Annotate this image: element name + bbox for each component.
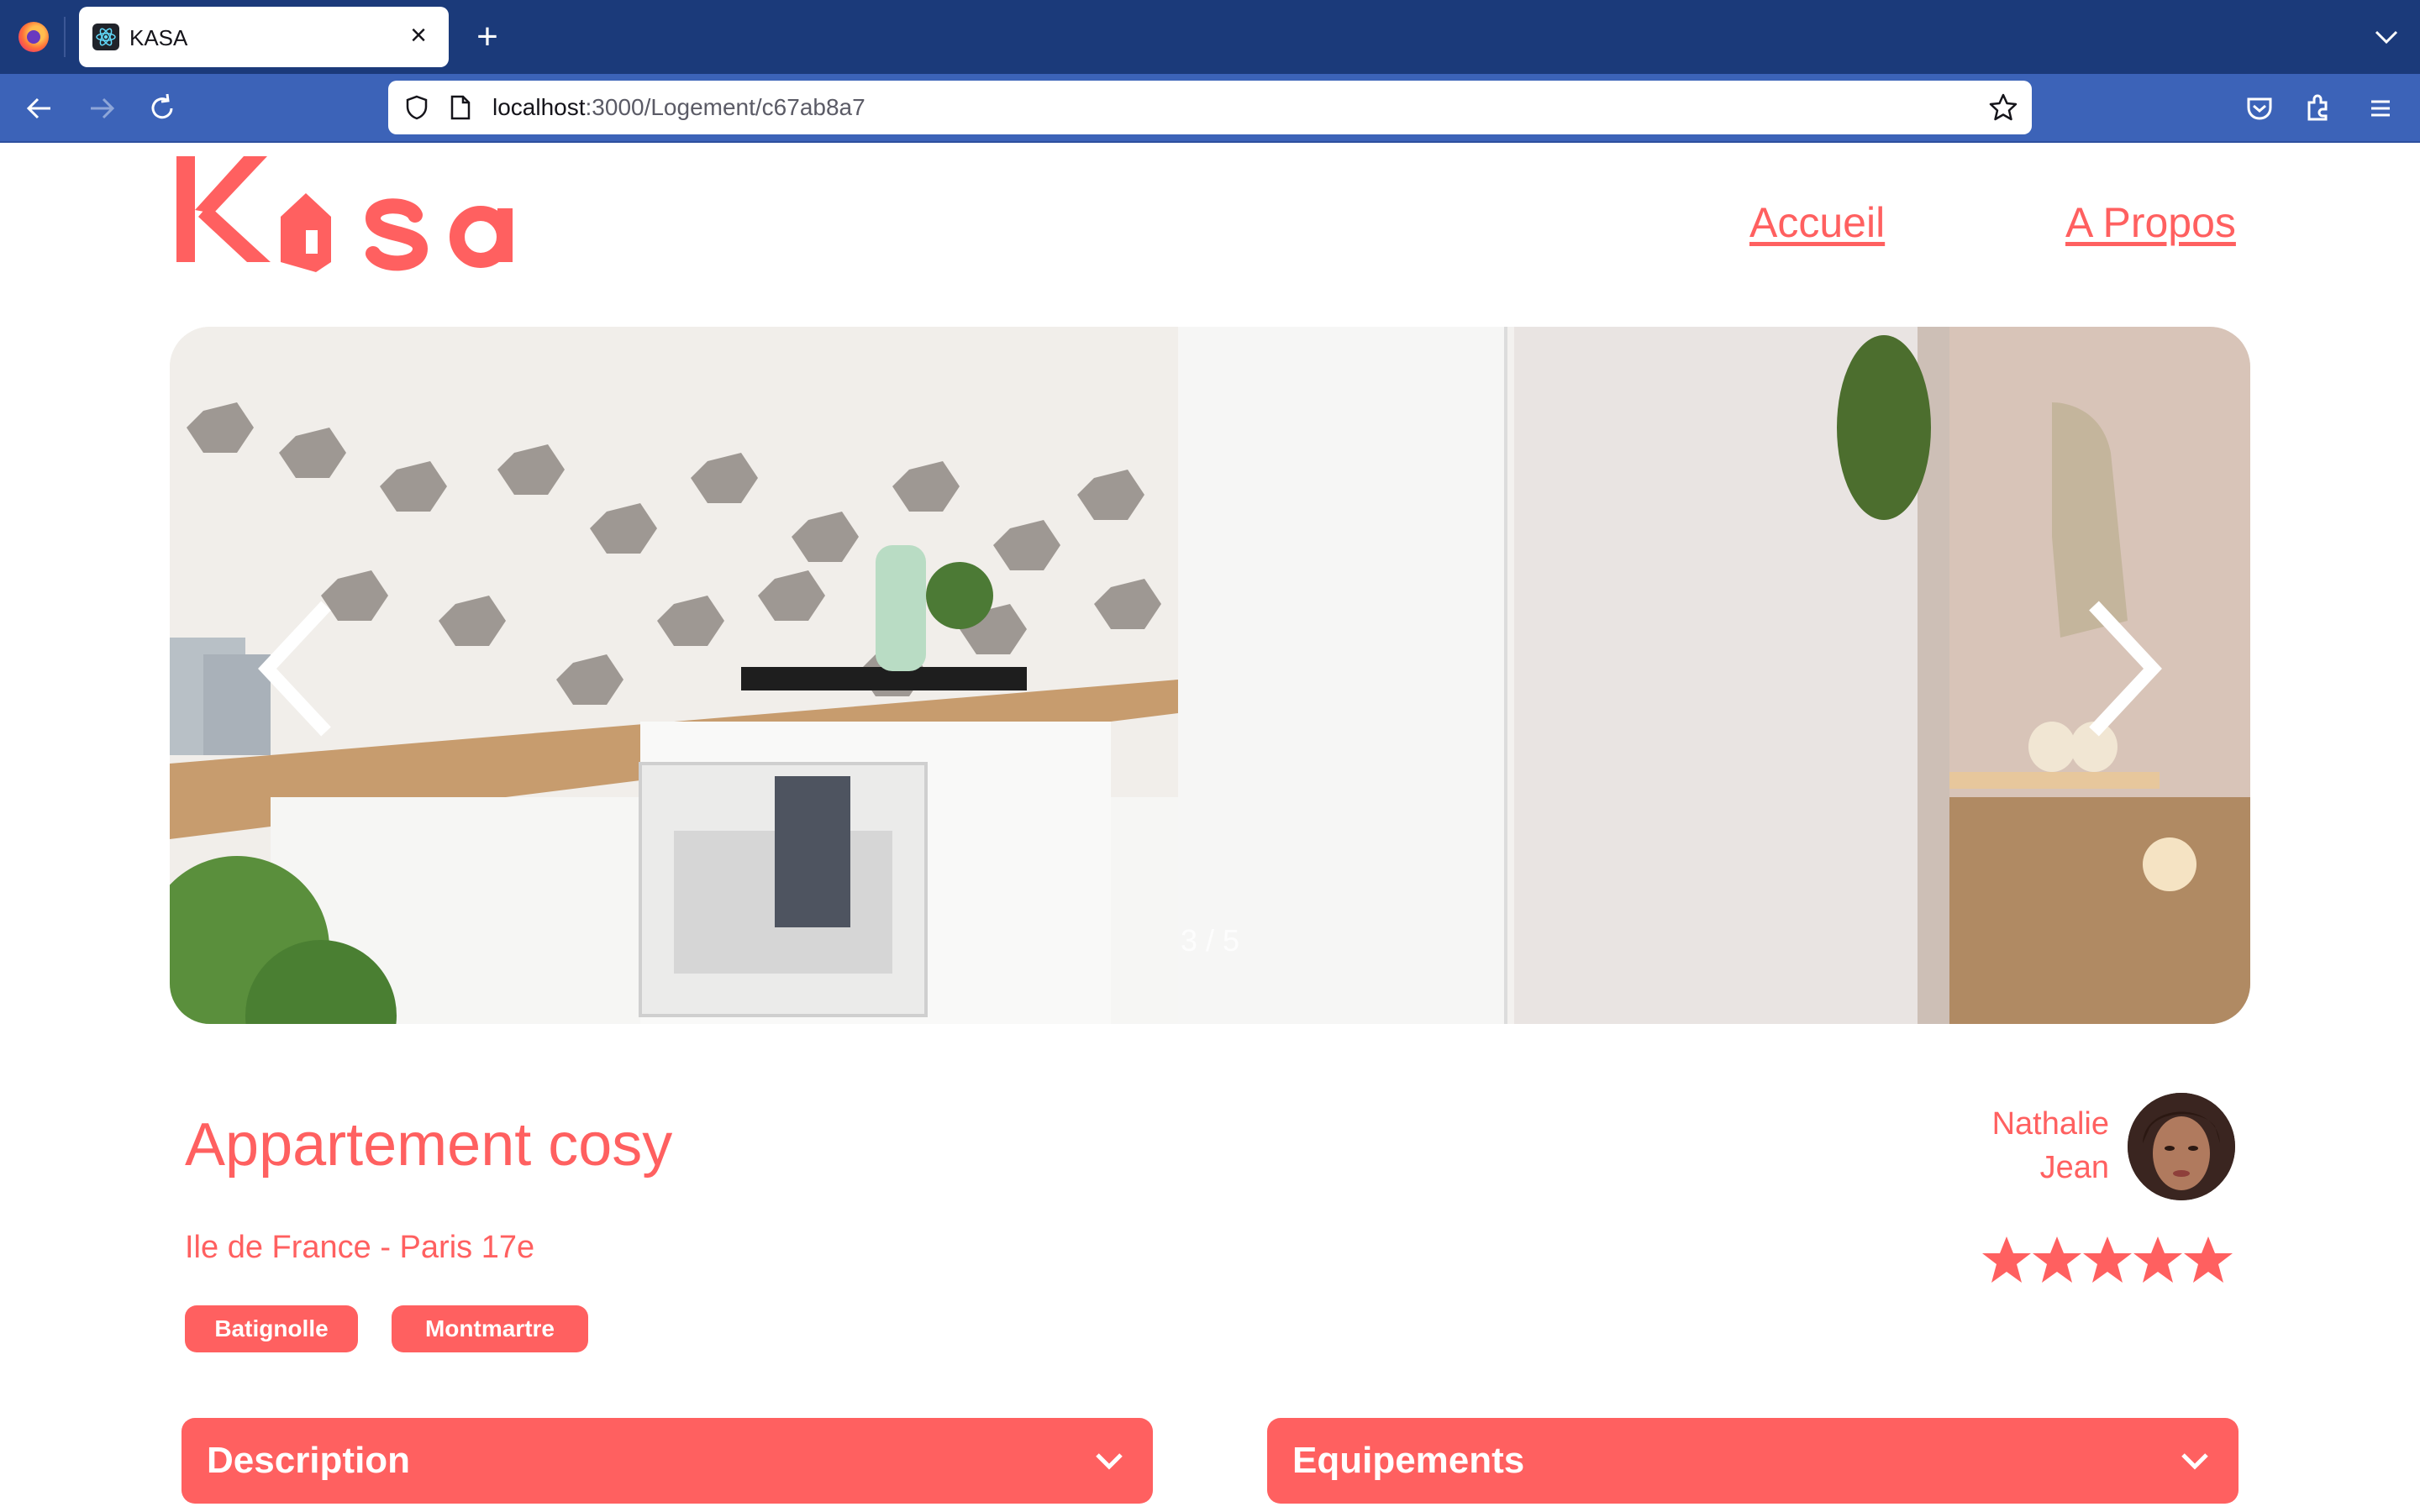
react-favicon-icon (92, 24, 119, 50)
menu-icon[interactable] (2361, 89, 2400, 128)
star-icon (2133, 1236, 2182, 1283)
star-icon (2184, 1236, 2233, 1283)
tag-item: Montmartre (392, 1305, 588, 1352)
carousel-counter: 3 / 5 (1180, 923, 1240, 958)
nav-link-about[interactable]: A Propos (2065, 198, 2236, 247)
star-icon (1982, 1236, 2031, 1283)
previous-arrow-icon[interactable] (250, 597, 343, 740)
description-collapse[interactable]: Description (182, 1418, 1153, 1504)
apartment-photo (170, 327, 2250, 1024)
url-text[interactable]: localhost:3000/Logement/c67ab8a7 (492, 94, 865, 121)
equipments-collapse[interactable]: Equipements (1267, 1418, 2238, 1504)
shield-icon[interactable] (403, 94, 430, 121)
nav-link-home[interactable]: Accueil (1749, 198, 1885, 247)
back-arrow-icon[interactable] (20, 89, 59, 128)
pocket-icon[interactable] (2240, 89, 2279, 128)
page-icon[interactable] (449, 94, 472, 121)
browser-tab[interactable]: KASA × (79, 7, 449, 67)
host-name: Nathalie Jean (1899, 1102, 2109, 1189)
url-host: localhost (492, 94, 586, 120)
host-last-name: Jean (2039, 1150, 2109, 1185)
tab-divider (64, 17, 66, 57)
reload-icon[interactable] (143, 89, 182, 128)
listing-location: Ile de France - Paris 17e (185, 1230, 535, 1265)
chevron-down-icon[interactable] (1091, 1443, 1128, 1480)
tag-item: Batignolle (185, 1305, 358, 1352)
firefox-icon[interactable] (18, 22, 49, 52)
navbar-border (0, 141, 2420, 143)
browser-tab-bar: KASA × + (0, 0, 2420, 74)
kasa-logo[interactable] (171, 150, 541, 272)
tab-title: KASA (129, 25, 188, 50)
browser-nav-bar: localhost:3000/Logement/c67ab8a7 (0, 74, 2420, 143)
url-path: :3000/Logement/c67ab8a7 (585, 94, 865, 120)
close-tab-button[interactable]: × (402, 18, 435, 52)
equipments-title: Equipements (1292, 1440, 1525, 1481)
bookmark-star-icon[interactable] (1988, 92, 2018, 123)
next-arrow-icon[interactable] (2077, 597, 2170, 740)
forward-arrow-icon[interactable] (82, 89, 121, 128)
description-title: Description (207, 1440, 411, 1481)
host-first-name: Nathalie (1991, 1106, 2109, 1142)
new-tab-button[interactable]: + (467, 17, 508, 57)
chevron-down-icon[interactable] (2370, 20, 2403, 54)
photo-carousel: 3 / 5 (170, 327, 2250, 1024)
address-bar[interactable]: localhost:3000/Logement/c67ab8a7 (388, 81, 2032, 134)
star-icon (2033, 1236, 2081, 1283)
star-icon (2083, 1236, 2132, 1283)
chevron-down-icon[interactable] (2176, 1443, 2213, 1480)
extensions-icon[interactable] (2299, 89, 2338, 128)
host-avatar (2128, 1093, 2235, 1200)
listing-title: Appartement cosy (185, 1111, 673, 1179)
